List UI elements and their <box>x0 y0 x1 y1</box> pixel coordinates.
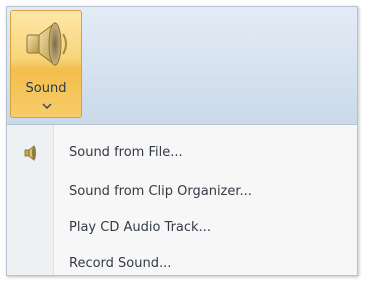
ribbon-area: Sound <box>7 7 357 125</box>
menu-item-sound-from-clip-organizer[interactable]: Sound from Clip Organizer... <box>7 177 357 209</box>
menu-item-label: Sound from Clip Organizer... <box>69 184 252 199</box>
menu-item-label: Sound from File... <box>69 145 183 160</box>
menu-item-play-cd-audio-track[interactable]: Play CD Audio Track... <box>7 213 357 245</box>
menu-item-record-sound[interactable]: Record Sound... <box>7 249 357 281</box>
speaker-icon <box>26 22 67 66</box>
chevron-down-icon <box>42 103 52 109</box>
menu-item-label: Play CD Audio Track... <box>69 220 211 235</box>
menu-item-label: Record Sound... <box>69 256 172 271</box>
sound-dropdown-menu: Sound from File... Sound from Clip Organ… <box>7 125 357 275</box>
sound-button-label: Sound <box>25 81 67 96</box>
menu-item-sound-from-file[interactable]: Sound from File... <box>7 138 357 170</box>
sound-file-icon <box>24 145 36 161</box>
insert-sound-menu-window: Sound Sound from File... Sound from Clip… <box>6 6 358 276</box>
sound-button[interactable]: Sound <box>10 10 82 118</box>
